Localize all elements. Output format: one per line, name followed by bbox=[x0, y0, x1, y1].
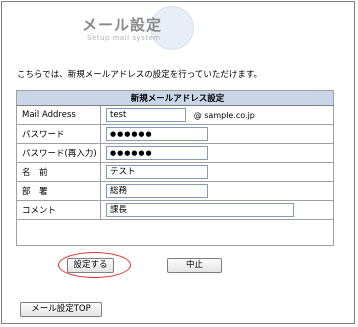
label-comment: コメント bbox=[16, 200, 101, 220]
row-password-confirm: パスワード(再入力) ●●●●●● bbox=[16, 143, 334, 163]
label-password: パスワード bbox=[16, 124, 101, 144]
password-input[interactable]: ●●●●●● bbox=[106, 127, 208, 141]
label-department: 部 署 bbox=[16, 181, 101, 201]
cancel-button[interactable]: 中止 bbox=[167, 258, 222, 273]
page-title: メール設定 bbox=[82, 16, 163, 34]
mail-setup-top-button[interactable]: メール設定TOP bbox=[20, 302, 102, 317]
password-confirm-input[interactable]: ●●●●●● bbox=[106, 146, 208, 160]
intro-text: こちらでは、新規メールアドレスの設定を行っていただけます。 bbox=[17, 70, 262, 80]
row-mail-address: Mail Address test @ sample.co.jp bbox=[16, 105, 334, 125]
label-mail-address: Mail Address bbox=[16, 105, 101, 125]
row-actions bbox=[16, 219, 334, 246]
row-comment: コメント 課長 bbox=[16, 200, 334, 220]
highlight-circle bbox=[58, 252, 131, 278]
mail-setup-form: 新規メールアドレス設定 Mail Address test @ sample.c… bbox=[16, 90, 334, 246]
row-name: 名 前 テスト bbox=[16, 162, 334, 182]
page-header: メール設定 Setup mail system bbox=[62, 6, 222, 52]
comment-input[interactable]: 課長 bbox=[106, 203, 294, 217]
label-password-confirm: パスワード(再入力) bbox=[16, 143, 101, 163]
row-password: パスワード ●●●●●● bbox=[16, 124, 334, 144]
page-subtitle: Setup mail system bbox=[87, 34, 161, 42]
form-heading: 新規メールアドレス設定 bbox=[16, 90, 334, 106]
label-name: 名 前 bbox=[16, 162, 101, 182]
mail-domain-suffix: @ sample.co.jp bbox=[193, 110, 255, 120]
row-department: 部 署 総務 bbox=[16, 181, 334, 201]
name-input[interactable]: テスト bbox=[106, 165, 208, 179]
department-input[interactable]: 総務 bbox=[106, 184, 208, 198]
mail-address-input[interactable]: test bbox=[106, 108, 186, 122]
